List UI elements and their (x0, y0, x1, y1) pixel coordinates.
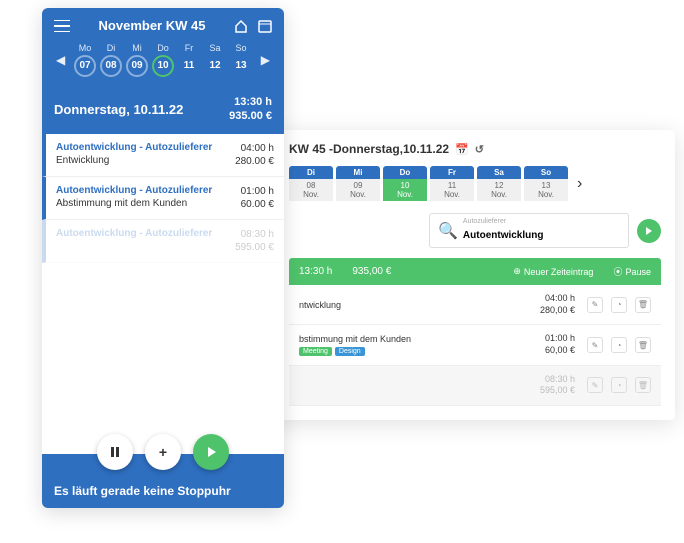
day-option[interactable]: Sa12 (204, 43, 226, 77)
bar-hours: 13:30 h (299, 266, 332, 277)
mobile-entry-list: Autoentwicklung - AutozuliefererEntwickl… (42, 134, 284, 454)
menu-icon[interactable] (54, 20, 70, 32)
time-entry[interactable]: Autoentwicklung - AutozuliefererEntwickl… (42, 134, 284, 177)
summary-hours: 13:30 h (229, 95, 272, 109)
day-option[interactable]: Do10 (152, 43, 174, 77)
timer-icon[interactable]: ◔ (611, 337, 627, 353)
summary-amount: 935.00 € (229, 109, 272, 123)
time-entry[interactable]: Autoentwicklung - AutozuliefererAbstimmu… (42, 177, 284, 220)
desktop-view: KW 45 -Donnerstag,10.11.22 📅 ↺ Di08Nov.M… (275, 130, 675, 420)
delete-icon[interactable]: 🗑 (635, 377, 651, 393)
timer-icon[interactable]: ◔ (611, 297, 627, 313)
edit-icon[interactable]: ✎ (587, 377, 603, 393)
week-day[interactable]: Sa12Nov. (477, 166, 521, 201)
time-entry-row[interactable]: ntwicklung04:00 h280,00 €✎◔🗑 (289, 285, 661, 325)
pause-button[interactable]: ⦿ Pause (613, 265, 651, 278)
desktop-title: KW 45 -Donnerstag,10.11.22 (289, 142, 449, 156)
day-option[interactable]: Fr11 (178, 43, 200, 77)
desktop-header: KW 45 -Donnerstag,10.11.22 📅 ↺ (289, 142, 661, 156)
time-entry-row[interactable]: bstimmung mit dem KundenMeetingDesign01:… (289, 325, 661, 365)
mobile-footer: + Es läuft gerade keine Stoppuhr (42, 454, 284, 508)
delete-icon[interactable]: 🗑 (635, 297, 651, 313)
home-icon[interactable] (234, 19, 248, 33)
day-option[interactable]: So13 (230, 43, 252, 77)
pause-button[interactable] (97, 434, 133, 470)
mobile-summary: Donnerstag, 10.11.22 13:30 h 935.00 € (42, 85, 284, 134)
week-day[interactable]: Mi09Nov. (336, 166, 380, 201)
start-timer-button[interactable] (637, 219, 661, 243)
search-icon: 🔍 (438, 221, 458, 241)
desktop-summary-bar: 13:30 h 935,00 € ⊕ Neuer Zeiteintrag ⦿ P… (289, 258, 661, 285)
delete-icon[interactable]: 🗑 (635, 337, 651, 353)
search-input[interactable]: 🔍 Autozulieferer (429, 213, 629, 248)
mobile-view: November KW 45 ◀ Mo07Di08Mi09Do10Fr11Sa1… (42, 8, 284, 508)
day-option[interactable]: Mo07 (74, 43, 96, 77)
summary-date: Donnerstag, 10.11.22 (54, 102, 183, 117)
mobile-header: November KW 45 ◀ Mo07Di08Mi09Do10Fr11Sa1… (42, 8, 284, 85)
week-day[interactable]: Do10Nov. (383, 166, 427, 201)
timer-icon[interactable]: ◔ (611, 377, 627, 393)
mobile-title: November KW 45 (99, 18, 206, 33)
footer-status: Es läuft gerade keine Stoppuhr (54, 484, 272, 498)
desktop-entry-list: ntwicklung04:00 h280,00 €✎◔🗑bstimmung mi… (289, 285, 661, 406)
time-entry[interactable]: Autoentwicklung - Autozulieferer08:30 h5… (42, 220, 284, 263)
history-icon[interactable]: ↺ (475, 143, 484, 156)
mobile-day-picker: ◀ Mo07Di08Mi09Do10Fr11Sa12So13 ▶ (54, 43, 272, 77)
week-day[interactable]: So13Nov. (524, 166, 568, 201)
day-option[interactable]: Di08 (100, 43, 122, 77)
week-day[interactable]: Fr11Nov. (430, 166, 474, 201)
calendar-icon[interactable] (258, 19, 272, 33)
search-field[interactable] (463, 230, 620, 241)
week-day[interactable]: Di08Nov. (289, 166, 333, 201)
bar-amount: 935,00 € (352, 266, 391, 277)
time-entry-row[interactable]: 08:30 h595,00 €✎◔🗑 (289, 366, 661, 406)
calendar-icon[interactable]: 📅 (455, 143, 469, 156)
add-button[interactable]: + (145, 434, 181, 470)
search-placeholder: Autozulieferer (463, 218, 620, 225)
next-week-icon[interactable]: › (577, 175, 582, 193)
day-option[interactable]: Mi09 (126, 43, 148, 77)
new-entry-button[interactable]: ⊕ Neuer Zeiteintrag (513, 266, 593, 277)
next-week-icon[interactable]: ▶ (261, 53, 270, 67)
edit-icon[interactable]: ✎ (587, 297, 603, 313)
desktop-week-strip: Di08Nov.Mi09Nov.Do10Nov.Fr11Nov.Sa12Nov.… (289, 166, 661, 201)
prev-week-icon[interactable]: ◀ (56, 53, 65, 67)
play-button[interactable] (193, 434, 229, 470)
edit-icon[interactable]: ✎ (587, 337, 603, 353)
